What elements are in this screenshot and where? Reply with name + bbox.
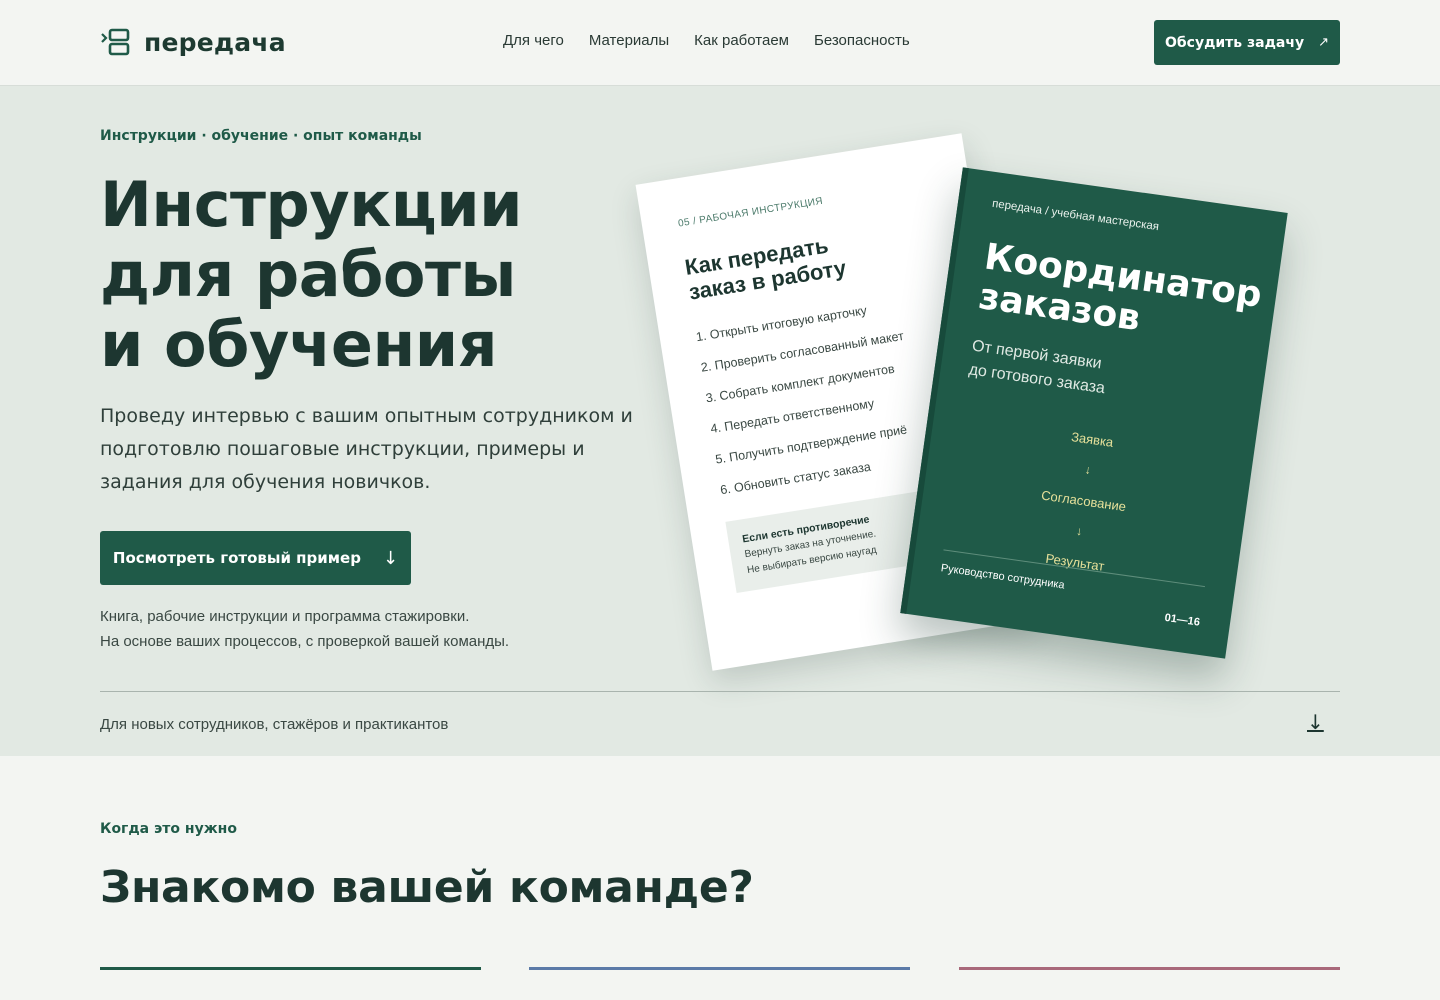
hero-note-line: На основе ваших процессов, с проверкой в… (100, 633, 510, 650)
view-example-button[interactable]: Посмотреть готовый пример ↓ (100, 531, 411, 585)
site-header: передача Для чего Материалы Как работаем… (0, 0, 1440, 86)
section-eyebrow: Когда это нужно (100, 821, 237, 837)
arrow-up-right-icon: ↗ (1318, 35, 1330, 50)
nav-item-security[interactable]: Безопасность (814, 32, 910, 49)
card-top-border (959, 967, 1340, 970)
hero-divider (100, 691, 1340, 692)
hero-note-line: Книга, рабочие инструкции и программа ст… (100, 608, 470, 625)
card-top-border (100, 967, 481, 970)
book-pages: 01—16 (1163, 611, 1201, 629)
logo-link[interactable]: передача (100, 26, 286, 58)
section-title: Знакомо вашей команде? (100, 862, 754, 913)
hero-section: Инструкции · обучение · опыт команды Инс… (0, 86, 1440, 756)
scroll-down-icon[interactable]: ↓ (1307, 710, 1324, 734)
nav-item-purpose[interactable]: Для чего (503, 32, 564, 49)
discuss-task-button[interactable]: Обсудить задачу ↗ (1154, 20, 1340, 65)
hero-eyebrow: Инструкции · обучение · опыт команды (100, 128, 422, 144)
nav-item-process[interactable]: Как работаем (694, 32, 789, 49)
card-top-border (529, 967, 910, 970)
view-example-label: Посмотреть готовый пример (112, 549, 361, 567)
discuss-task-label: Обсудить задачу (1164, 34, 1305, 51)
hero-lead: Проведу интервью с вашим опытным сотрудн… (100, 405, 633, 493)
book-cover: передача / учебная мастерская Координато… (900, 167, 1288, 659)
main-nav: Для чего Материалы Как работаем Безопасн… (503, 32, 910, 49)
nav-item-materials[interactable]: Материалы (589, 32, 669, 49)
logo-icon (101, 28, 130, 56)
book-title: Координатор заказов (976, 236, 1264, 353)
hero-title: Инструкции для работы и обучения (100, 168, 523, 381)
sheet-kicker: 05 / РАБОЧАЯ ИНСТРУКЦИЯ (677, 195, 824, 230)
hero-title-line: и обучения (100, 308, 498, 381)
hero-note: Книга, рабочие инструкции и программа ст… (100, 604, 509, 654)
sheet-title: Как передать заказ в работу (683, 232, 848, 305)
logo-text: передача (144, 27, 286, 57)
book-footer-text: Руководство сотрудника (940, 562, 1066, 592)
hero-audience: Для новых сотрудников, стажёров и практи… (100, 716, 449, 733)
arrow-down-icon: ↓ (382, 547, 399, 569)
hero-title-line: для работы (100, 238, 516, 311)
book-kicker: передача / учебная мастерская (991, 197, 1160, 234)
hero-title-line: Инструкции (100, 168, 523, 241)
